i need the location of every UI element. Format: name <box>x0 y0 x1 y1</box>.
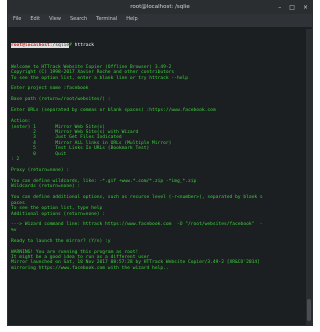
close-icon[interactable]: × <box>303 1 308 14</box>
prompt-path: :/sqlie <box>49 42 70 48</box>
window-title: root@localhost: /sqlie <box>130 4 190 10</box>
window-controls: – □ × <box>278 1 308 14</box>
menu-file[interactable]: File <box>13 14 21 25</box>
menu-bar: File Edit View Search Terminal Help <box>8 14 312 25</box>
title-bar[interactable]: root@localhost: /sqlie – □ × <box>8 1 312 14</box>
terminal-window: root@localhost: /sqlie – □ × File Edit V… <box>7 0 313 326</box>
menu-help[interactable]: Help <box>126 14 137 25</box>
output-line: You can define additional options, such … <box>11 195 263 201</box>
menu-terminal[interactable]: Terminal <box>96 14 117 25</box>
menu-view[interactable]: View <box>49 14 61 25</box>
prompt-line: root@localhost:/sqlie# httrack <box>11 42 303 48</box>
menu-edit[interactable]: Edit <box>30 14 40 25</box>
terminal-output[interactable]: root@localhost:/sqlie# httrack Welcome t… <box>8 29 306 325</box>
output-line: mirroring https://www.facebook.com with … <box>11 265 169 271</box>
tab-bar <box>8 25 312 28</box>
minimize-icon[interactable]: – <box>278 1 281 14</box>
prompt-command: httrack <box>71 42 95 48</box>
prompt-path-text: /sqlie <box>52 42 70 48</box>
maximize-icon[interactable]: □ <box>289 1 295 14</box>
menu-search[interactable]: Search <box>70 14 87 25</box>
output-line: ---> Wizard command line: httrack https:… <box>11 222 263 228</box>
prompt-user: root@localhost <box>11 42 50 48</box>
scrollbar[interactable] <box>306 29 312 325</box>
scrollbar-thumb[interactable] <box>307 299 311 321</box>
output-lines: Welcome to HTTrack Website Copier (Offli… <box>11 59 303 271</box>
